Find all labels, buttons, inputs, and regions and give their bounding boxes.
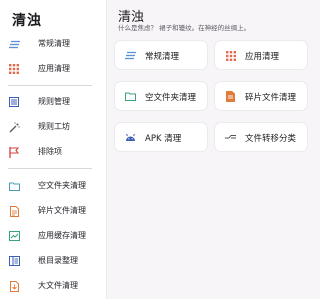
sidebar: 清浊 常规清理 应用清理 规则管理 规则工坊 排除项 空文件夹清理 碎片文件清理… <box>0 0 107 299</box>
magic-wand-icon <box>8 121 20 133</box>
sidebar-item-rule-manage[interactable]: 规则管理 <box>0 92 106 112</box>
document-icon <box>225 91 236 102</box>
sidebar-item-label: 应用缓存清理 <box>38 231 86 240</box>
sidebar-item-label: 规则工坊 <box>38 122 70 131</box>
sidebar-item-label: 常规清理 <box>38 39 70 48</box>
grid-icon <box>8 63 20 75</box>
card-label: 常规清理 <box>145 52 180 62</box>
grid-icon <box>225 50 236 61</box>
card-app-clean[interactable]: 应用清理 <box>214 40 308 70</box>
lines-icon <box>8 38 20 50</box>
lines-icon <box>125 50 136 61</box>
card-label: 空文件夹清理 <box>145 93 197 103</box>
sidebar-divider <box>8 168 92 169</box>
card-file-transfer-classify[interactable]: 文件转移分类 <box>214 122 308 152</box>
sidebar-item-app-clean[interactable]: 应用清理 <box>0 59 106 79</box>
directory-icon <box>8 255 20 267</box>
card-label: 应用清理 <box>245 52 280 62</box>
sidebar-item-fragment-file-clean[interactable]: 碎片文件清理 <box>0 201 106 221</box>
card-apk-clean[interactable]: APK 清理 <box>114 122 208 152</box>
app-title: 清浊 <box>12 13 42 29</box>
large-file-icon <box>8 280 20 292</box>
android-icon <box>125 132 136 143</box>
list-icon <box>8 96 20 108</box>
sidebar-item-label: 规则管理 <box>38 97 70 106</box>
sidebar-item-label: 排除项 <box>38 147 62 156</box>
card-label: 碎片文件清理 <box>245 93 297 103</box>
card-label: 文件转移分类 <box>245 134 297 144</box>
sidebar-item-regular-clean[interactable]: 常规清理 <box>0 34 106 54</box>
sidebar-item-label: 大文件清理 <box>38 281 78 290</box>
sidebar-item-exclusions[interactable]: 排除项 <box>0 142 106 162</box>
sidebar-item-label: 应用清理 <box>38 64 70 73</box>
sidebar-item-label: 根目录整理 <box>38 256 78 265</box>
sidebar-item-label: 碎片文件清理 <box>38 206 86 215</box>
page-subtitle: 什么是焦虑？ 裙子和辘纹。在神经的丝绸上。 <box>118 24 251 32</box>
folder-icon <box>8 180 20 192</box>
cache-icon <box>8 230 20 242</box>
card-regular-clean[interactable]: 常规清理 <box>114 40 208 70</box>
document-icon <box>8 205 20 217</box>
card-label: APK 清理 <box>145 134 182 144</box>
sidebar-item-root-dir-organize[interactable]: 根目录整理 <box>0 251 106 271</box>
sidebar-divider <box>8 85 92 86</box>
sidebar-item-rule-workshop[interactable]: 规则工坊 <box>0 117 106 137</box>
card-fragment-file-clean[interactable]: 碎片文件清理 <box>214 81 308 111</box>
sidebar-item-empty-folder-clean[interactable]: 空文件夹清理 <box>0 176 106 196</box>
transfer-icon <box>225 132 236 143</box>
sidebar-item-label: 空文件夹清理 <box>38 181 86 190</box>
card-empty-folder-clean[interactable]: 空文件夹清理 <box>114 81 208 111</box>
flag-icon <box>8 146 20 158</box>
sidebar-item-app-cache-clean[interactable]: 应用缓存清理 <box>0 226 106 246</box>
folder-icon <box>125 91 136 102</box>
sidebar-item-large-file-clean[interactable]: 大文件清理 <box>0 276 106 296</box>
